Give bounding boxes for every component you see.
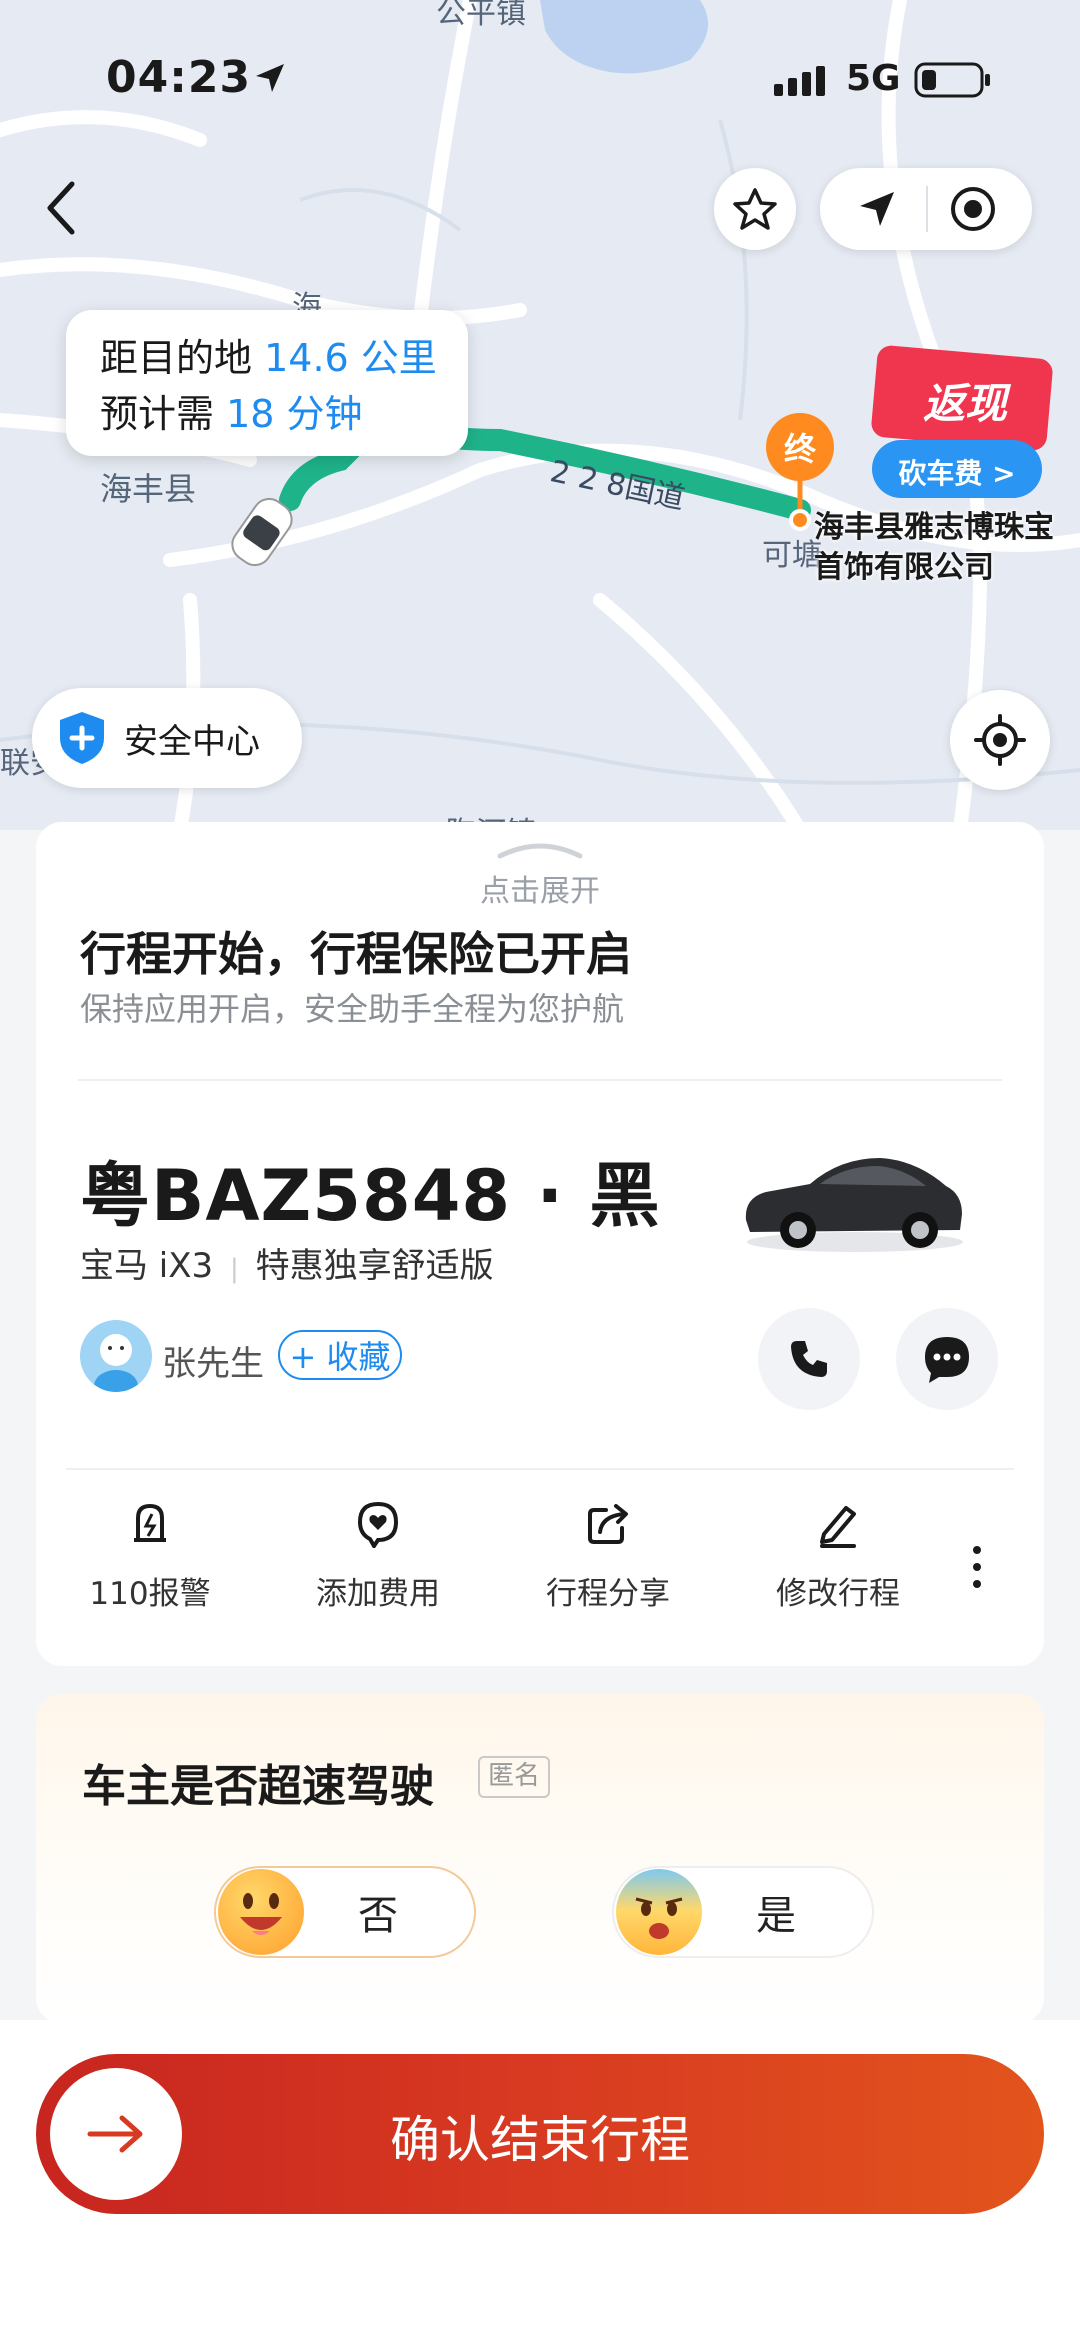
divider (78, 1079, 1002, 1081)
navigate-icon (860, 192, 894, 226)
survey-question: 车主是否超速驾驶 (82, 1761, 434, 1812)
back-button[interactable] (40, 178, 84, 242)
alarm-icon (134, 1504, 166, 1542)
confirm-end-trip-label: 确认结束行程 (390, 2111, 690, 2169)
eta-value: 18 分钟 (226, 392, 363, 436)
promo-sub[interactable]: 砍车费 > (872, 452, 1042, 492)
speeding-survey-card (36, 1694, 1044, 2024)
more-vertical-icon (973, 1546, 981, 1588)
add-fee-icon (357, 1501, 399, 1550)
phone-icon (791, 1341, 827, 1377)
crosshair-icon (974, 714, 1026, 766)
tool-share-trip[interactable]: 行程分享 (508, 1500, 708, 1613)
favorite-driver-button[interactable]: + 收藏 (278, 1330, 402, 1380)
share-icon (588, 1504, 628, 1544)
divider (926, 186, 928, 232)
destination-label[interactable]: 海丰县雅志博珠宝 首饰有限公司 (814, 508, 1054, 588)
survey-option-yes[interactable]: 是 (612, 1866, 874, 1958)
navigate-arrow-button[interactable] (852, 184, 902, 238)
distance-value: 14.6 公里 (264, 336, 437, 380)
drag-handle[interactable] (490, 838, 590, 860)
happy-face-icon (218, 1869, 304, 1955)
map-place-label: 公平镇 (436, 0, 526, 31)
battery-icon (914, 62, 994, 102)
target-icon (951, 187, 995, 231)
promo-title[interactable]: 返现 (880, 370, 1050, 431)
network-type: 5G (846, 58, 901, 99)
recenter-target-button[interactable] (948, 184, 998, 238)
safety-center-label: 安全中心 (124, 721, 260, 762)
anonymous-tag: 匿名 (478, 1756, 551, 1798)
message-driver-button[interactable] (896, 1308, 998, 1410)
car-model: 宝马 iX3 | 特惠独享舒适版 (80, 1246, 494, 1286)
tool-110-alarm[interactable]: 110报警 (50, 1500, 250, 1613)
survey-option-no[interactable]: 否 (214, 1866, 476, 1958)
status-time: 04:23 (106, 52, 252, 103)
signal-icon (774, 64, 834, 102)
favorite-star-button[interactable] (714, 168, 796, 250)
car-image (740, 1146, 970, 1260)
end-marker-label: 终 (783, 430, 816, 468)
driver-avatar[interactable] (80, 1320, 152, 1392)
tool-add-fee[interactable]: 添加费用 (278, 1500, 478, 1613)
trip-subheading: 保持应用开启，安全助手全程为您护航 (80, 990, 625, 1028)
option-no-label: 否 (358, 1893, 398, 1939)
trip-heading: 行程开始，行程保险已开启 (80, 927, 632, 981)
tool-edit-trip[interactable]: 修改行程 (738, 1500, 938, 1613)
map-place-label: 可塘 (762, 538, 822, 573)
location-arrow-icon (252, 60, 288, 100)
car-service-level: 特惠独享舒适版 (255, 1246, 494, 1286)
star-icon (733, 188, 777, 230)
eta-prefix: 预计需 (100, 392, 215, 436)
option-yes-label: 是 (756, 1893, 796, 1939)
driver-name: 张先生 (162, 1344, 264, 1384)
scared-face-icon (616, 1869, 702, 1955)
shield-icon (60, 712, 104, 764)
divider (66, 1468, 1014, 1470)
map-county-label: 海丰县 (100, 470, 197, 508)
license-plate: 粤BAZ5848 · 黑 (80, 1155, 661, 1237)
safety-center-button[interactable]: 安全中心 (32, 688, 302, 788)
locate-me-button[interactable] (950, 690, 1050, 790)
call-driver-button[interactable] (758, 1308, 860, 1410)
car-brand: 宝马 iX3 (80, 1246, 214, 1286)
edit-icon (820, 1506, 856, 1548)
distance-card: 距目的地 14.6 公里 预计需 18 分钟 (66, 310, 468, 456)
distance-prefix: 距目的地 (100, 336, 253, 380)
more-options-button[interactable] (962, 1542, 992, 1596)
chat-icon (925, 1337, 969, 1383)
expand-hint[interactable]: 点击展开 (0, 866, 1080, 910)
